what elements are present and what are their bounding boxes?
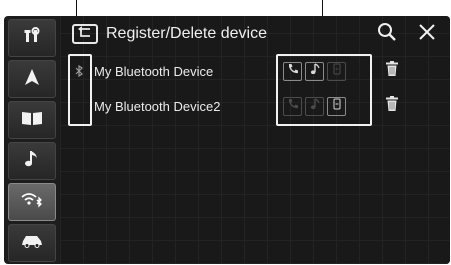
settings-tools-icon [23,26,41,50]
bluetooth-status-highlight [68,54,92,126]
profile-highlight [276,54,372,126]
book-icon [21,110,43,131]
sidebar-item-settings[interactable] [8,19,56,57]
delete-button[interactable] [386,96,398,116]
search-icon [377,22,397,47]
title-bar: Register/Delete device [60,16,450,52]
delete-button[interactable] [386,61,398,81]
device-name: My Bluetooth Device2 [94,98,221,114]
car-icon [21,234,43,253]
sidebar-item-music[interactable] [8,142,56,180]
search-button[interactable] [374,21,400,47]
sidebar-item-navigation[interactable] [8,60,56,98]
back-button[interactable] [72,24,98,44]
main-panel: Register/Delete device My Bluetooth Devi… [60,16,450,264]
wifi-bluetooth-icon [20,190,44,215]
sidebar-item-book[interactable] [8,101,56,139]
list-item[interactable]: My Bluetooth Device2 [60,91,450,121]
list-item[interactable]: My Bluetooth Device [60,56,450,86]
device-name: My Bluetooth Device [94,63,214,79]
sidebar-item-vehicle[interactable] [8,224,56,262]
sidebar [8,19,56,262]
trash-icon [386,61,398,81]
head-unit-screen: Register/Delete device My Bluetooth Devi… [4,16,450,264]
sidebar-item-connectivity[interactable] [8,183,56,221]
back-arrow-icon [77,25,93,43]
close-button[interactable] [414,21,440,47]
trash-icon [386,96,398,116]
page-title: Register/Delete device [106,25,267,42]
music-note-icon [24,150,40,173]
close-icon [418,23,436,46]
navigation-arrow-icon [23,68,41,91]
